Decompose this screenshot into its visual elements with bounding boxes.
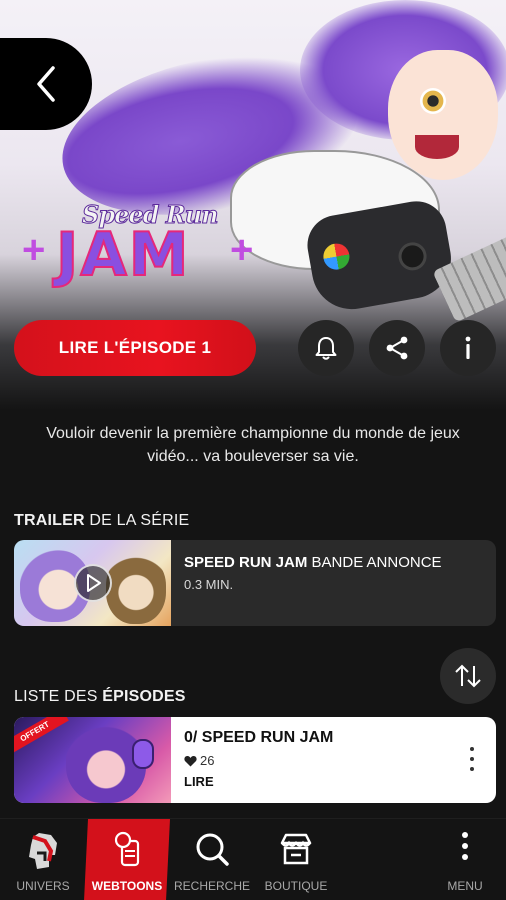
episode-read-label: LIRE xyxy=(184,774,214,789)
logo-plus-right: + xyxy=(230,228,254,272)
back-button[interactable] xyxy=(0,38,92,130)
bell-icon xyxy=(315,337,337,360)
nav-label-univers: UNIVERS xyxy=(16,879,70,893)
episodes-section-title: LISTE DES ÉPISODES xyxy=(14,688,186,706)
heart-icon xyxy=(184,755,197,766)
episodes-title-rest: LISTE DES xyxy=(14,688,103,705)
series-description: Vouloir devenir la première championne d… xyxy=(46,425,460,465)
sort-button[interactable] xyxy=(440,648,496,704)
trailer-thumbnail xyxy=(14,540,171,626)
episode-likes-count: 26 xyxy=(200,753,215,768)
episodes-title-bold: ÉPISODES xyxy=(102,688,186,705)
helmet-icon xyxy=(29,833,57,869)
episode-item[interactable]: OFFERT 0/ SPEED RUN JAM 26 LIRE xyxy=(14,717,496,803)
cover-art-face xyxy=(388,50,498,180)
play-button[interactable] xyxy=(74,564,112,602)
episode-info: 0/ SPEED RUN JAM 26 LIRE xyxy=(184,729,333,789)
logo-main-text: JAM xyxy=(55,219,191,291)
episode-title: 0/ SPEED RUN JAM xyxy=(184,729,334,746)
read-episode-button[interactable]: LIRE L'ÉPISODE 1 xyxy=(14,320,256,376)
info-icon xyxy=(465,336,471,359)
share-button[interactable] xyxy=(369,320,425,376)
nav-item-univers[interactable]: UNIVERS xyxy=(8,819,78,900)
more-options-button[interactable] xyxy=(468,747,476,771)
nav-item-recherche[interactable]: RECHERCHE xyxy=(172,819,252,900)
headphones-illustration xyxy=(132,739,154,769)
trailer-section-title: TRAILER DE LA SÉRIE xyxy=(14,512,189,530)
trailer-name-bold: SPEED RUN JAM xyxy=(184,554,308,571)
trailer-info: SPEED RUN JAM BANDE ANNONCE 0.3 MIN. xyxy=(184,554,442,592)
chevron-left-icon xyxy=(37,66,55,102)
nav-item-menu[interactable]: MENU xyxy=(430,819,500,900)
dot-icon xyxy=(470,757,474,761)
series-logo: Speed Run + JAM + xyxy=(22,200,262,292)
dot-icon xyxy=(470,747,474,751)
play-icon xyxy=(87,574,101,592)
nav-label-webtoons: WEBTOONS xyxy=(91,879,163,893)
dot-icon xyxy=(470,767,474,771)
trailer-title-rest: DE LA SÉRIE xyxy=(84,512,190,529)
cover-art-eye xyxy=(420,88,446,114)
logo-plus-left: + xyxy=(22,228,46,272)
nav-label-menu: MENU xyxy=(447,879,483,893)
nav-item-webtoons[interactable]: WEBTOONS xyxy=(84,819,170,900)
sort-arrows-icon xyxy=(455,664,481,688)
nav-label-boutique: BOUTIQUE xyxy=(264,879,328,893)
trailer-name: SPEED RUN JAM BANDE ANNONCE xyxy=(184,554,442,571)
webtoon-phone-icon xyxy=(112,831,142,869)
trailer-item[interactable]: SPEED RUN JAM BANDE ANNONCE 0.3 MIN. xyxy=(14,540,496,626)
share-icon xyxy=(386,336,408,360)
nav-item-boutique[interactable]: BOUTIQUE xyxy=(258,819,334,900)
free-badge: OFFERT xyxy=(14,717,69,756)
trailer-name-rest: BANDE ANNONCE xyxy=(307,554,442,571)
kebab-menu-icon xyxy=(462,832,468,860)
search-icon xyxy=(196,833,229,866)
info-button[interactable] xyxy=(440,320,496,376)
episode-thumbnail: OFFERT xyxy=(14,717,171,803)
read-episode-label: LIRE L'ÉPISODE 1 xyxy=(58,338,212,357)
trailer-thumb-character-2 xyxy=(106,554,166,624)
trailer-title-bold: TRAILER xyxy=(14,512,85,529)
bottom-navigation: UNIVERS WEBTOONS RECHERCHE BOUTIQUE MENU xyxy=(0,818,506,900)
subscribe-button[interactable] xyxy=(298,320,354,376)
trailer-duration: 0.3 MIN. xyxy=(184,577,234,592)
shop-icon xyxy=(280,833,312,865)
nav-label-recherche: RECHERCHE xyxy=(173,879,250,893)
cover-art-mouth xyxy=(415,135,459,159)
episode-likes: 26 xyxy=(184,753,333,768)
